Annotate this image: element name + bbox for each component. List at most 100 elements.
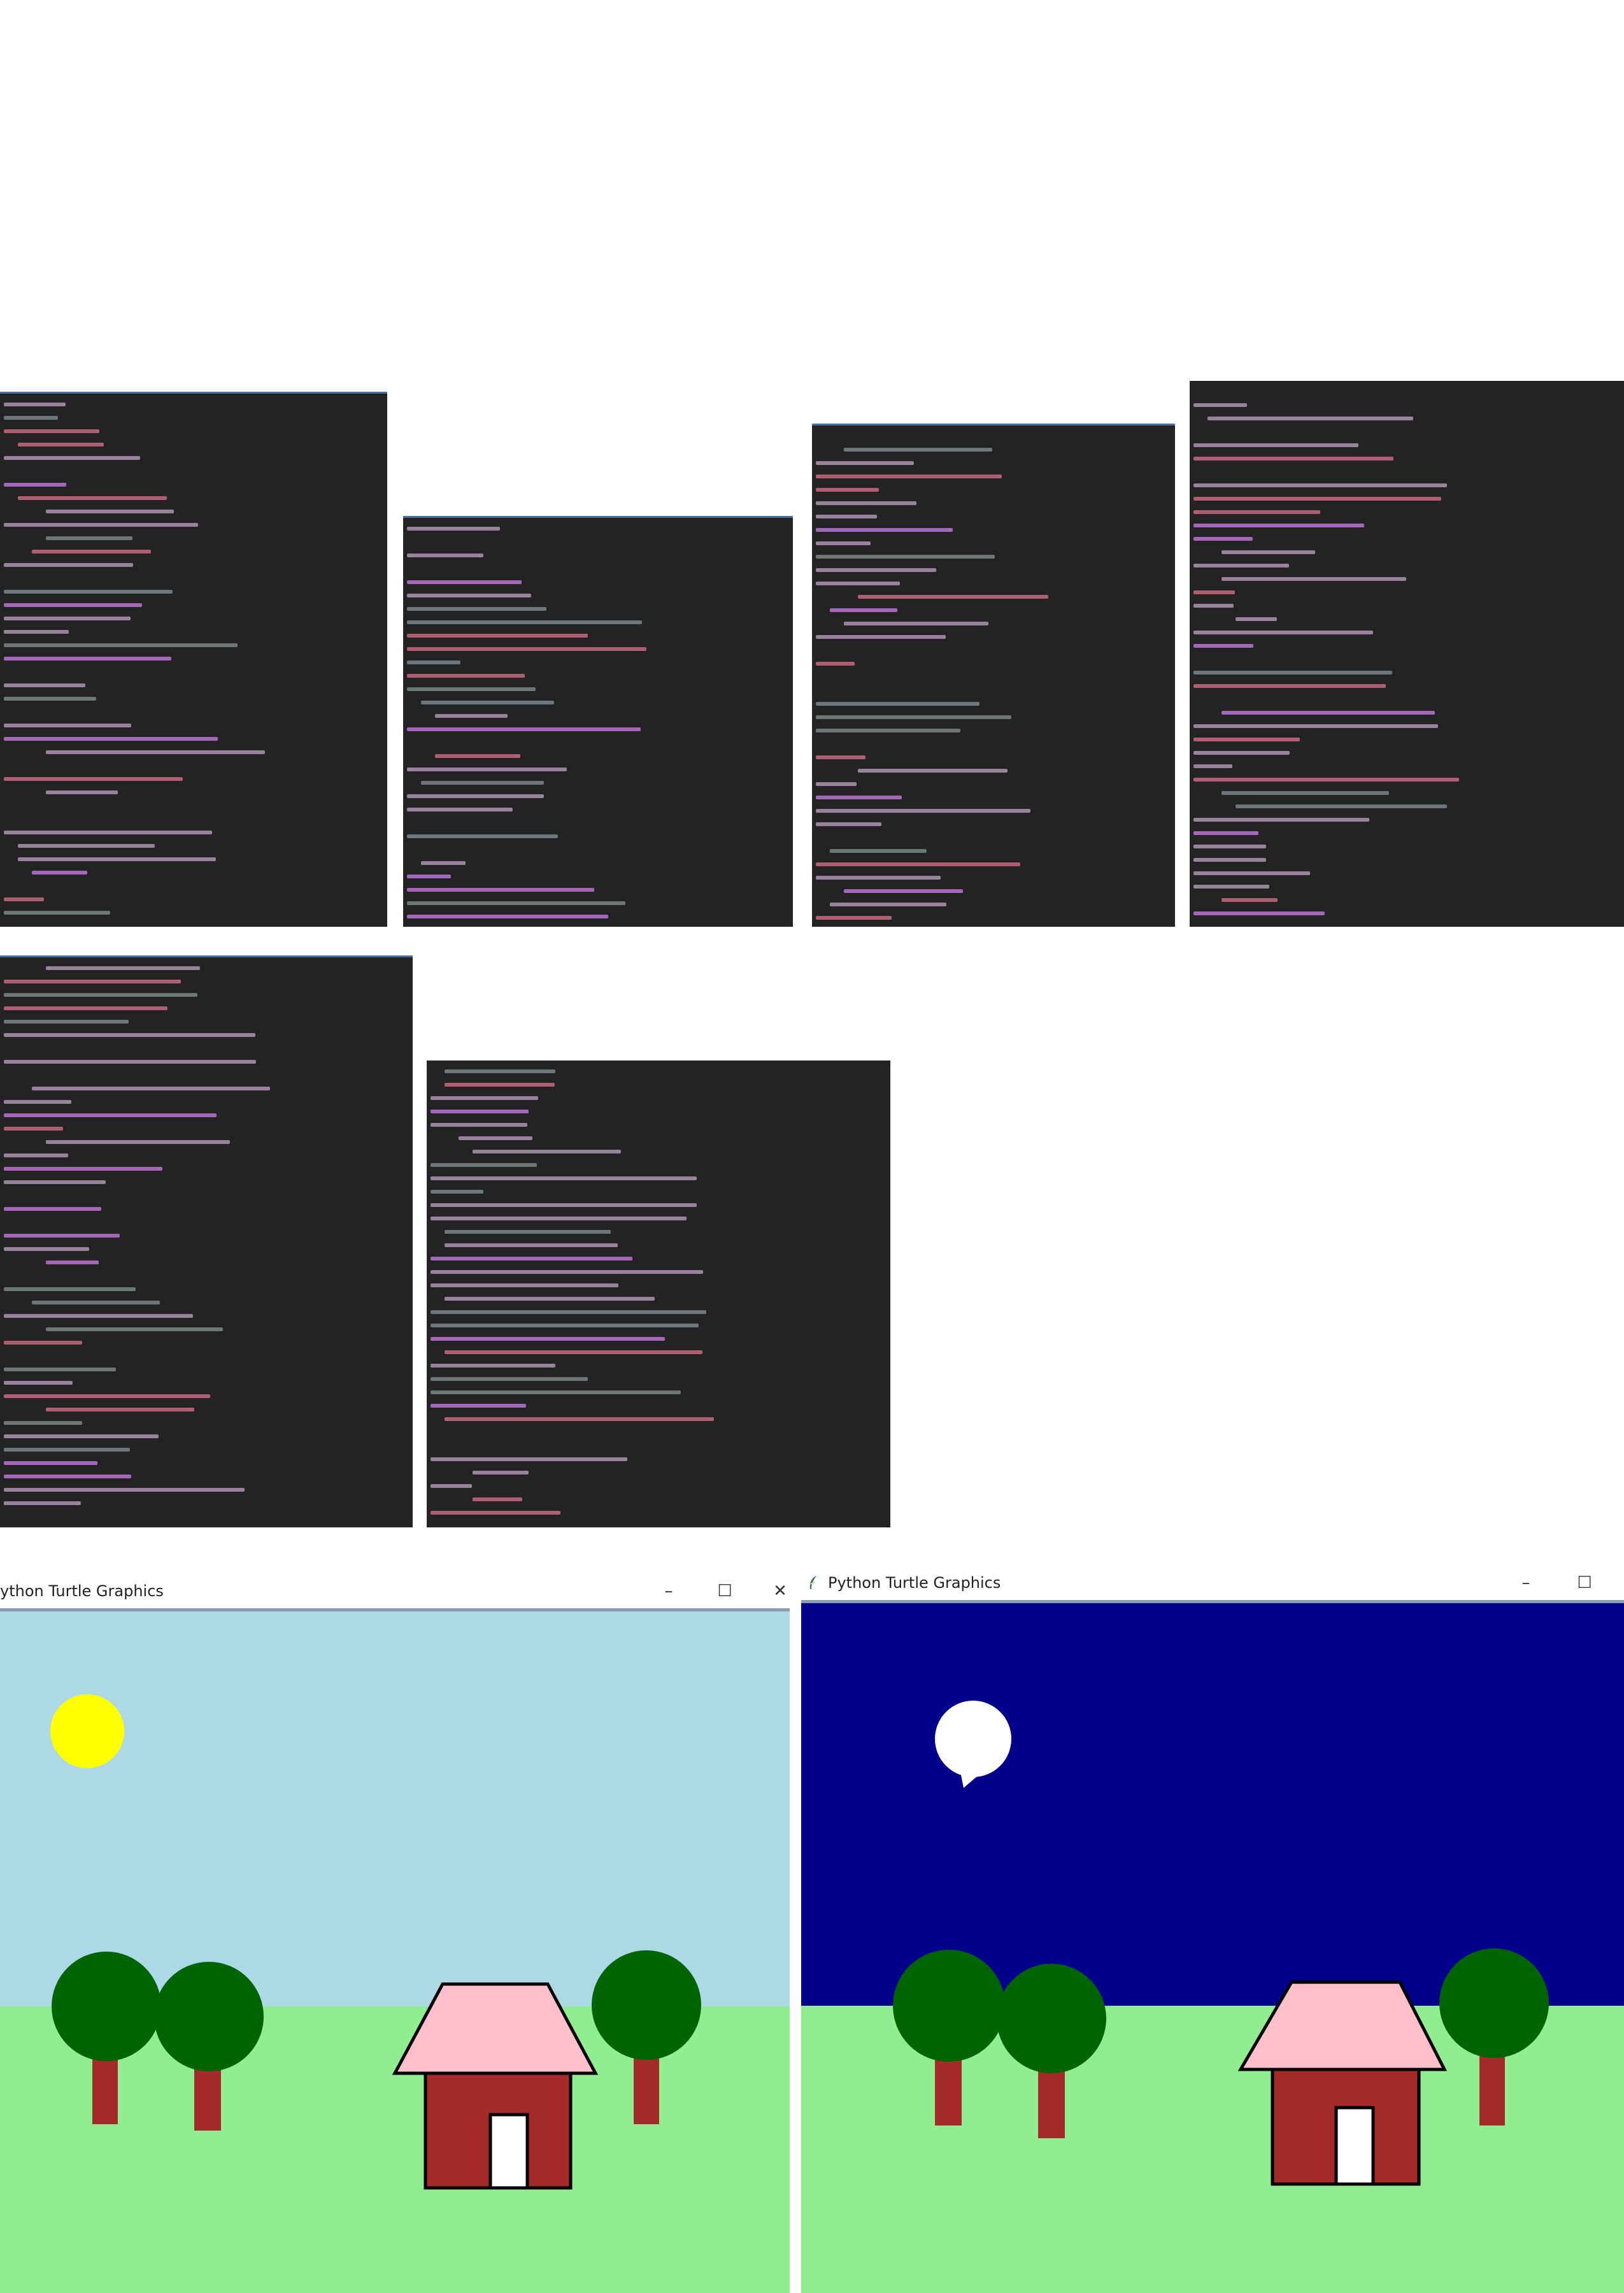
code-line [18,844,155,848]
code-line [431,1324,699,1327]
code-line [1222,550,1315,554]
code-line [431,1377,588,1381]
code-line [1193,564,1289,568]
code-line [407,607,547,611]
turtle-window-day: ython Turtle Graphics – ☐ ✕ [0,1572,790,2293]
code-line [421,701,555,704]
code-line [1222,577,1406,581]
code-line [46,750,266,754]
code-line [407,768,567,771]
code-line [407,674,525,678]
code-line [830,608,897,612]
code-line [431,1217,687,1220]
code-line [1193,403,1248,407]
code-line [4,563,133,567]
code-line [4,737,218,741]
code-line [4,1488,245,1492]
code-line [1193,537,1253,541]
code-panel-6 [427,1061,890,1527]
code-line [4,657,171,661]
code-line [445,1417,715,1421]
python-feather-icon [809,1576,816,1589]
code-panel-2 [403,516,793,927]
code-line [816,528,953,532]
code-line [4,1434,159,1438]
code-line [1193,684,1386,688]
code-line [1193,764,1232,768]
code-line [473,1471,529,1475]
code-line [4,630,69,634]
code-line [816,515,878,518]
code-line [32,1301,160,1304]
code-line [431,1176,697,1180]
tree-leaves [1439,1948,1549,2058]
code-line [1193,457,1394,461]
code-line [4,1100,71,1104]
code-line [1193,738,1300,741]
code-line [407,527,500,531]
code-line [445,1069,556,1073]
sun [50,1694,124,1768]
code-line [1193,858,1266,862]
code-line [431,1457,627,1461]
code-line [4,897,44,901]
code-lines [812,432,1175,927]
code-line [407,634,588,638]
minimize-button[interactable]: – [1513,1570,1539,1596]
code-line [431,1096,539,1100]
code-line [816,809,1030,813]
code-line [816,582,900,585]
maximize-button[interactable]: ☐ [712,1578,737,1604]
code-line [4,1020,129,1024]
code-line [4,1475,132,1478]
tree-leaves [154,1962,264,2071]
code-line [4,590,173,594]
code-line [4,429,100,433]
code-line [473,1497,523,1501]
turtle-canvas [801,1603,1624,2293]
code-line [1193,524,1364,527]
code-line [4,831,213,834]
code-lines [0,400,387,927]
code-line [18,443,104,446]
code-line [844,448,992,452]
code-line [46,1408,194,1411]
maximize-button[interactable]: ☐ [1572,1570,1597,1596]
code-line [816,461,915,465]
code-line [407,661,461,664]
code-line [4,1167,163,1171]
code-line [4,1247,90,1251]
minimize-button[interactable]: – [656,1578,681,1604]
code-line [431,1257,632,1261]
code-line [1193,911,1325,915]
code-line [816,876,941,880]
code-line [4,1381,73,1385]
code-line [407,594,531,597]
code-line [445,1083,555,1087]
code-line [4,1006,167,1010]
code-line [407,620,642,624]
close-button[interactable]: ✕ [767,1578,790,1604]
code-line [1193,724,1439,728]
code-line [1193,818,1369,822]
code-line [4,456,141,460]
code-line [46,1261,99,1264]
code-line [1193,885,1269,889]
code-line [4,724,131,727]
code-line [4,911,111,915]
sky [801,1603,1624,2006]
turtle-window-night: Python Turtle Graphics – ☐ [801,1564,1624,2293]
code-line [816,702,979,706]
code-line [407,888,594,892]
code-line [431,1163,538,1167]
window-titlebar[interactable]: ython Turtle Graphics – ☐ ✕ [0,1572,790,1611]
code-line [435,714,508,718]
code-line [816,755,866,759]
tree-leaves [592,1950,701,2060]
window-titlebar[interactable]: Python Turtle Graphics – ☐ [801,1564,1624,1603]
code-panel-5 [0,955,413,1527]
code-lines [1190,387,1624,927]
code-line [816,501,916,505]
code-line [816,729,961,732]
turtle-canvas [0,1611,790,2293]
